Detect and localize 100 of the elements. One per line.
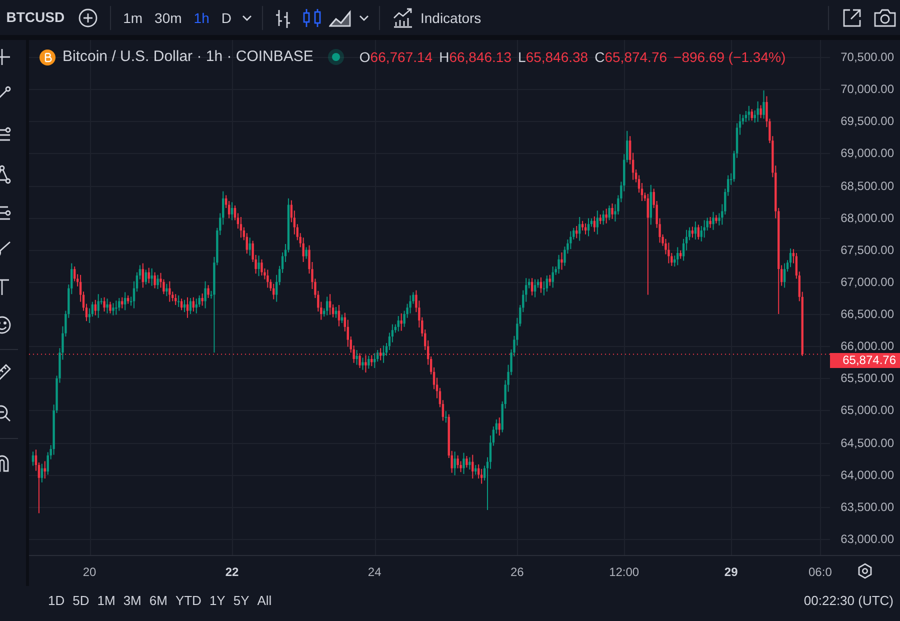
candlestick-icon[interactable]: [300, 6, 323, 28]
interval-button[interactable]: D: [215, 6, 238, 30]
candlestick: [578, 216, 581, 242]
candlestick: [192, 296, 195, 312]
candlestick: [560, 252, 563, 270]
ohlc-value: 65,874.76: [604, 48, 668, 65]
ohlc-label: C: [594, 48, 605, 65]
candlestick: [328, 294, 332, 316]
candlestick: [789, 248, 792, 268]
candlestick: [382, 345, 385, 364]
time-label: 06:0: [808, 564, 832, 581]
candlestick: [783, 262, 786, 288]
candlestick: [109, 301, 112, 314]
candlestick: [593, 216, 596, 232]
indicators-button[interactable]: Indicators: [386, 6, 488, 30]
candlestick: [760, 104, 762, 119]
candlestick: [168, 280, 171, 302]
price-label: 66,000.00: [840, 339, 894, 354]
symbol-label[interactable]: BTCUSD: [3, 7, 65, 28]
price-change: −896.69 (−1.34%): [674, 48, 786, 67]
candlestick: [409, 294, 412, 314]
candlestick: [748, 105, 750, 122]
candlestick: [558, 254, 560, 274]
share-icon[interactable]: [841, 6, 863, 28]
range-button[interactable]: 1M: [93, 591, 120, 611]
candlestick: [762, 90, 765, 120]
clock-label: 00:22:30 (UTC): [804, 592, 894, 610]
interval-button[interactable]: 1h: [188, 6, 216, 30]
candlestick: [103, 296, 106, 312]
candlestick: [676, 246, 679, 266]
price-label: 68,500.00: [840, 178, 894, 192]
price-label: 67,500.00: [840, 242, 894, 257]
interval-button[interactable]: 1m: [117, 6, 149, 30]
range-button[interactable]: 5D: [68, 591, 94, 611]
ohlc-value: 65,846.38: [526, 48, 588, 65]
candlestick: [540, 276, 542, 294]
range-button[interactable]: YTD: [171, 591, 206, 611]
candlestick: [302, 237, 304, 262]
candlestick: [462, 452, 465, 474]
candlestick: [756, 100, 759, 122]
candlestick: [668, 242, 670, 264]
candlestick: [121, 296, 124, 309]
candlestick: [379, 348, 382, 361]
candlestick: [456, 454, 459, 469]
price-label: 67,000.00: [840, 274, 894, 289]
candlestick: [32, 451, 34, 466]
candlestick: [207, 284, 210, 298]
range-button[interactable]: 5Y: [229, 591, 254, 611]
price-label: 70,000.00: [840, 82, 894, 96]
candlestick: [530, 278, 534, 296]
range-button[interactable]: 1Y: [205, 591, 230, 611]
candlestick: [97, 294, 100, 318]
candlestick: [154, 272, 156, 289]
range-button[interactable]: 1D: [44, 591, 69, 611]
candlestick: [581, 220, 584, 231]
candlestick: [204, 280, 206, 309]
range-button[interactable]: 6M: [145, 591, 172, 611]
interval-button[interactable]: 30m: [148, 6, 188, 30]
candlestick: [201, 293, 204, 306]
candlestick: [712, 211, 714, 230]
price-label: 69,500.00: [840, 114, 894, 128]
time-label: 24: [368, 564, 382, 581]
candlestick: [397, 316, 400, 332]
coin-icon: [39, 48, 56, 66]
candlestick: [548, 274, 551, 286]
candlestick: [186, 296, 189, 318]
time-label: 22: [225, 564, 239, 581]
candlestick: [362, 357, 364, 370]
candlestick: [611, 203, 614, 220]
candlestick: [546, 275, 548, 292]
status-dot-icon: [326, 47, 346, 68]
candlestick: [697, 224, 700, 240]
candlestick: [370, 354, 373, 367]
add-icon[interactable]: [78, 8, 98, 28]
candlestick: [599, 214, 602, 225]
candlestick: [534, 278, 536, 298]
candlestick: [709, 216, 712, 228]
candlestick: [608, 205, 610, 221]
price-label: 68,000.00: [840, 210, 894, 225]
time-label: 12:00: [609, 564, 640, 581]
range-button[interactable]: All: [253, 591, 276, 611]
camera-icon[interactable]: [872, 6, 897, 28]
candlestick: [248, 237, 251, 256]
candlestick: [326, 296, 328, 316]
candlestick: [750, 108, 753, 122]
range-button[interactable]: 3M: [119, 591, 146, 611]
ohlc-label: O: [359, 48, 370, 65]
price-label: 65,500.00: [840, 371, 894, 386]
settings-icon[interactable]: [857, 563, 873, 579]
price-label: 64,000.00: [840, 468, 894, 482]
price-label: 65,000.00: [840, 403, 894, 418]
candlestick: [596, 210, 599, 235]
candlestick: [480, 468, 483, 484]
indicators-icon: [392, 8, 414, 28]
candlestick: [358, 352, 361, 368]
candlestick: [466, 456, 468, 468]
candlestick: [40, 463, 44, 483]
price-label: 70,500.00: [840, 50, 894, 64]
symbol-title: Bitcoin / U.S. Dollar · 1h · COINBASE: [62, 47, 314, 67]
candlestick: [142, 262, 144, 288]
